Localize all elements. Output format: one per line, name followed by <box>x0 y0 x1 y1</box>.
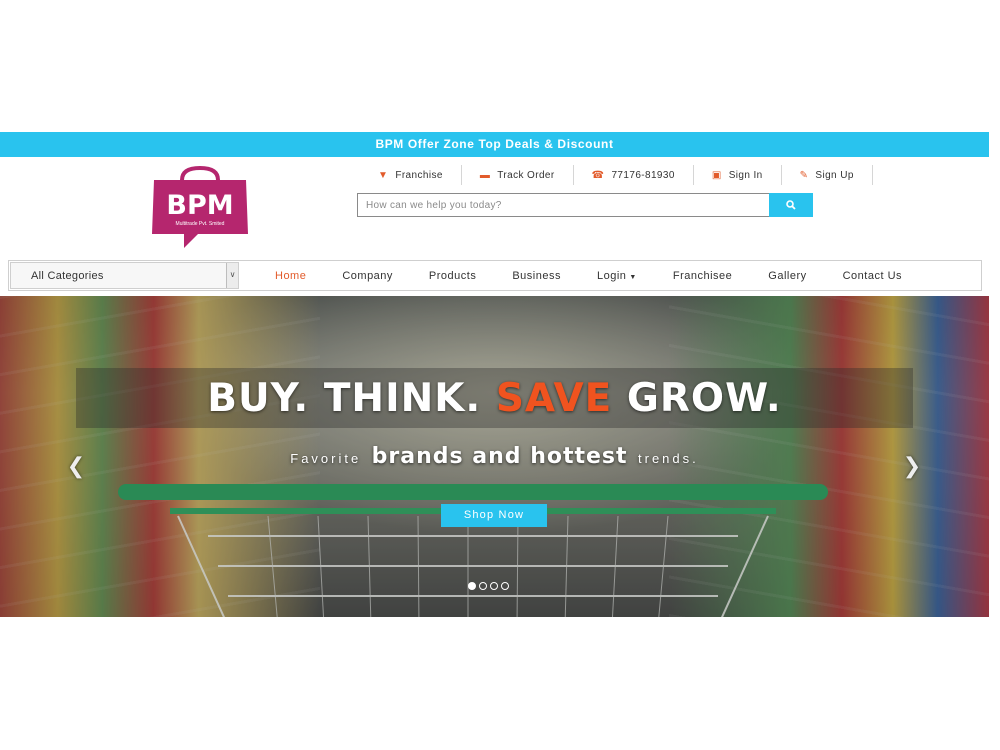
caret-down-icon: ▼ <box>629 273 637 281</box>
map-marker-icon: ▼ <box>378 169 389 181</box>
category-select[interactable]: All Categories ∨ <box>10 262 239 289</box>
subline-small-1: Favorite <box>290 451 362 466</box>
nav-item-contact-us[interactable]: Contact Us <box>825 270 920 282</box>
hero-carousel: BUY. THINK. SAVE GROW. Favorite brands a… <box>0 296 989 617</box>
page: BPM Offer Zone Top Deals & Discount BPM … <box>0 0 1000 750</box>
top-link-sign-up[interactable]: ✎ Sign Up <box>782 165 873 185</box>
phone-icon: ☎ <box>591 169 605 181</box>
nav-item-login-label: Login <box>596 269 627 282</box>
nav-item-products[interactable]: Products <box>411 270 494 282</box>
nav-item-login[interactable]: Login ▼ <box>579 270 655 282</box>
carousel-next-icon[interactable]: ❯ <box>902 455 922 477</box>
top-link-label: Track Order <box>497 169 555 181</box>
shop-now-button[interactable]: Shop Now <box>441 504 547 527</box>
top-link-track-order[interactable]: ▬ Track Order <box>462 165 574 185</box>
bpm-logo[interactable]: BPM Multitrade Pvt. Smited <box>148 166 252 250</box>
headline-accent: SAVE <box>495 376 613 421</box>
top-link-sign-in[interactable]: ▣ Sign In <box>694 165 782 185</box>
hero-headline: BUY. THINK. SAVE GROW. <box>0 376 989 421</box>
top-link-phone[interactable]: ☎ 77176-81930 <box>574 165 694 185</box>
search-input[interactable] <box>357 193 769 217</box>
top-link-label: Sign Up <box>815 169 854 181</box>
carousel-prev-icon[interactable]: ❮ <box>66 455 86 477</box>
shopping-cart-image <box>118 484 828 617</box>
top-link-label: 77176-81930 <box>611 169 675 181</box>
nav-item-business[interactable]: Business <box>494 270 579 282</box>
logo-tagline: Multitrade Pvt. Smited <box>176 221 225 227</box>
edit-icon: ✎ <box>799 169 809 181</box>
chevron-down-icon[interactable]: ∨ <box>226 263 238 288</box>
top-links: ▼ Franchise ▬ Track Order ☎ 77176-81930 … <box>360 165 873 185</box>
offer-bar: BPM Offer Zone Top Deals & Discount <box>0 132 989 157</box>
nav-item-home[interactable]: Home <box>257 270 324 282</box>
nav-item-gallery[interactable]: Gallery <box>750 270 824 282</box>
truck-icon: ▬ <box>479 169 491 181</box>
nav-item-company[interactable]: Company <box>324 270 411 282</box>
nav-item-franchisee[interactable]: Franchisee <box>655 270 750 282</box>
carousel-dot-1[interactable] <box>468 582 476 590</box>
top-link-label: Franchise <box>395 169 443 181</box>
headline-part1: BUY. THINK. <box>207 376 482 421</box>
lock-icon: ▣ <box>711 169 722 181</box>
search-icon <box>786 200 796 210</box>
carousel-dot-2[interactable] <box>479 582 487 590</box>
main-nav: All Categories ∨ Home Company Products B… <box>8 260 982 291</box>
headline-part2: GROW. <box>626 376 782 421</box>
top-link-label: Sign In <box>728 169 763 181</box>
search-bar <box>357 193 813 217</box>
logo-brand: BPM <box>166 190 233 221</box>
search-button[interactable] <box>769 193 813 217</box>
hero-subline: Favorite brands and hottest trends. <box>0 444 989 469</box>
carousel-indicators <box>468 582 509 590</box>
subline-small-2: trends. <box>638 451 699 466</box>
carousel-dot-3[interactable] <box>490 582 498 590</box>
nav-items: Home Company Products Business Login ▼ Fr… <box>257 270 920 282</box>
carousel-dot-4[interactable] <box>501 582 509 590</box>
subline-big: brands and hottest <box>371 444 628 469</box>
category-select-label: All Categories <box>31 269 104 282</box>
top-link-franchise[interactable]: ▼ Franchise <box>360 165 462 185</box>
